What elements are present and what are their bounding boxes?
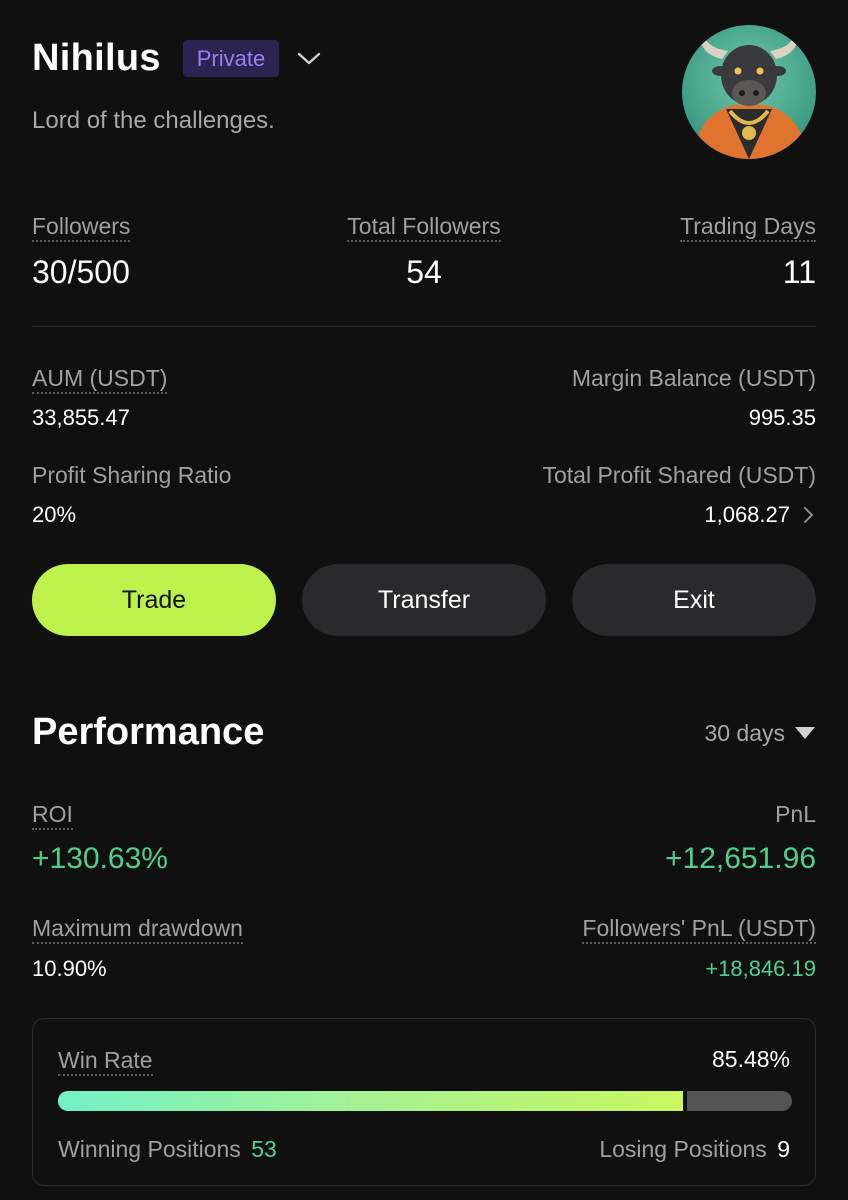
max-drawdown-label[interactable]: Maximum drawdown (32, 914, 243, 944)
margin-balance-label: Margin Balance (USDT) (571, 365, 816, 391)
aum-value: 33,855.47 (32, 405, 130, 430)
divider (32, 326, 816, 327)
roi-value: +130.63% (32, 842, 168, 875)
followers-label[interactable]: Followers (32, 212, 131, 242)
trading-days-value: 11 (782, 254, 816, 290)
profit-sharing-ratio-value: 20% (32, 502, 77, 527)
trade-button[interactable]: Trade (32, 564, 276, 636)
losing-positions-value: 9 (777, 1136, 790, 1162)
pnl-value: +12,651.96 (665, 842, 816, 875)
win-rate-value: 85.48% (711, 1046, 790, 1072)
privacy-badge: Private (183, 40, 279, 77)
exit-button[interactable]: Exit (572, 564, 816, 636)
trading-days-label[interactable]: Trading Days (616, 212, 816, 242)
avatar[interactable] (682, 25, 816, 159)
profit-sharing-ratio-label: Profit Sharing Ratio (32, 462, 232, 488)
max-drawdown-value: 10.90% (32, 956, 107, 981)
total-profit-shared-value[interactable]: 1,068.27 (516, 501, 790, 529)
total-followers-label[interactable]: Total Followers (324, 212, 524, 242)
win-rate-bar-fill (58, 1091, 686, 1111)
profile-name: Nihilus (32, 37, 161, 79)
aum-label[interactable]: AUM (USDT) (32, 364, 168, 394)
chevron-down-icon[interactable] (296, 48, 322, 68)
caret-down-icon (795, 726, 815, 739)
transfer-button[interactable]: Transfer (302, 564, 546, 636)
winning-positions-label: Winning Positions (58, 1136, 241, 1162)
margin-balance-value: 995.35 (748, 405, 816, 430)
winning-positions: Winning Positions 53 (58, 1135, 277, 1163)
period-label: 30 days (704, 720, 785, 746)
chevron-right-icon[interactable] (800, 505, 816, 525)
total-followers-value: 54 (406, 254, 442, 290)
total-profit-shared-label: Total Profit Shared (USDT) (542, 462, 816, 488)
followers-pnl-value: +18,846.19 (705, 956, 816, 981)
roi-label[interactable]: ROI (32, 800, 73, 830)
followers-pnl-label[interactable]: Followers' PnL (USDT) (516, 914, 816, 944)
win-rate-bar (58, 1091, 792, 1111)
win-rate-label[interactable]: Win Rate (58, 1046, 153, 1076)
period-dropdown[interactable]: 30 days (660, 718, 815, 748)
performance-title: Performance (32, 711, 265, 753)
followers-value: 30/500 (32, 254, 130, 290)
profile-bio: Lord of the challenges. (32, 107, 275, 134)
losing-positions: Losing Positions 9 (490, 1135, 790, 1163)
winning-positions-value: 53 (251, 1136, 277, 1162)
pnl-label: PnL (775, 801, 816, 827)
losing-positions-label: Losing Positions (599, 1136, 767, 1162)
win-rate-bar-divider (683, 1091, 688, 1111)
